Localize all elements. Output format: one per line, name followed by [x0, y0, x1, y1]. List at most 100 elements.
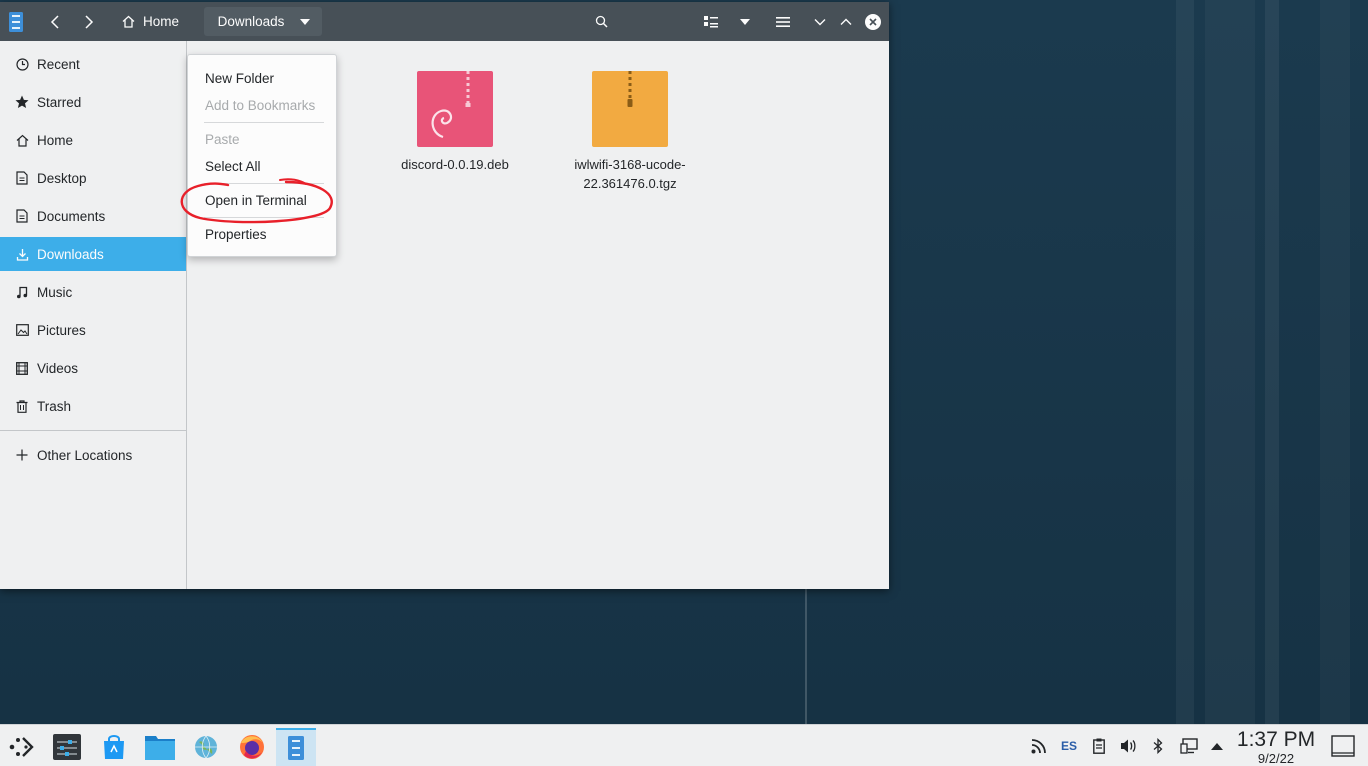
menu-item-properties[interactable]: Properties — [205, 225, 267, 245]
deb-package-icon — [417, 71, 493, 147]
sidebar-item-other-locations[interactable]: Other Locations — [0, 438, 186, 472]
hamburger-icon — [776, 16, 790, 27]
clock-time[interactable]: 1:37 PM — [1230, 729, 1322, 751]
sidebar-item-label: Desktop — [37, 170, 87, 186]
file-manager-running-icon[interactable] — [276, 728, 316, 766]
discover-store-icon[interactable] — [94, 728, 134, 766]
menu-separator — [204, 122, 324, 123]
breadcrumb-home[interactable]: Home — [114, 2, 194, 41]
clipboard-icon[interactable] — [1088, 725, 1110, 766]
sidebar-item-music[interactable]: Music — [0, 275, 186, 309]
view-mode-button[interactable] — [698, 2, 724, 41]
clock-icon — [14, 56, 30, 72]
show-desktop-icon[interactable] — [1328, 725, 1358, 766]
firefox-browser-icon[interactable] — [232, 728, 272, 766]
menu-item-paste: Paste — [205, 132, 240, 147]
wallpaper-stripe — [1265, 0, 1279, 724]
sidebar-item-label: Home — [37, 132, 74, 148]
context-menu: New Folder Add to Bookmarks Paste Select… — [187, 54, 337, 257]
volume-icon[interactable] — [1117, 725, 1139, 766]
breadcrumb-home-label: Home — [143, 14, 180, 29]
title-bar: Home Downloads — [0, 2, 889, 41]
network-connection-icon[interactable] — [1177, 725, 1201, 766]
menu-item-add-to-bookmarks: Add to Bookmarks — [205, 98, 316, 113]
star-icon — [14, 94, 30, 110]
file-manager-icon[interactable] — [140, 728, 180, 766]
maximize-button[interactable] — [834, 2, 858, 41]
wallpaper-line — [805, 588, 807, 724]
file-name: iwlwifi-3168-ucode- 22.361476.0.tgz — [555, 155, 705, 193]
close-icon — [865, 13, 881, 30]
sidebar-divider — [0, 430, 187, 431]
plus-icon — [14, 447, 30, 463]
sidebar-item-downloads[interactable]: Downloads — [0, 237, 186, 271]
home-icon — [14, 132, 30, 148]
chevron-down-icon — [814, 18, 826, 25]
tray-expand-icon[interactable] — [1207, 725, 1227, 766]
wallpaper-stripe — [1205, 0, 1255, 724]
sidebar-item-label: Trash — [37, 398, 72, 414]
sidebar-item-documents[interactable]: Documents — [0, 199, 186, 233]
minimize-button[interactable] — [808, 2, 832, 41]
sidebar-item-home[interactable]: Home — [0, 123, 186, 157]
document-icon — [14, 208, 30, 224]
file-name-line: 22.361476.0.tgz — [583, 176, 677, 191]
system-settings-icon[interactable] — [47, 728, 87, 766]
search-button[interactable] — [586, 2, 616, 41]
wallpaper-stripe — [1320, 0, 1350, 724]
menu-item-open-in-terminal[interactable]: Open in Terminal — [205, 191, 307, 211]
sidebar-item-label: Music — [37, 284, 73, 300]
sidebar-item-label: Starred — [37, 94, 82, 110]
file-manager-window: Home Downloads Recent Starred Home Deskt… — [0, 2, 889, 589]
sidebar-item-label: Other Locations — [37, 447, 133, 463]
back-button[interactable] — [40, 2, 70, 41]
desktop-icon — [14, 170, 30, 186]
close-button[interactable] — [862, 2, 884, 41]
menu-item-new-folder[interactable]: New Folder — [205, 69, 274, 89]
file-item[interactable]: iwlwifi-3168-ucode- 22.361476.0.tgz — [555, 71, 705, 193]
list-view-icon — [704, 15, 718, 27]
home-icon — [122, 15, 135, 28]
search-icon — [595, 15, 608, 28]
menu-separator — [204, 217, 324, 218]
breadcrumb-current-label-wrap: Downloads — [204, 2, 298, 41]
wallpaper-stripe — [1176, 0, 1194, 724]
file-name-line: iwlwifi-3168-ucode- — [574, 157, 686, 172]
sidebar-item-label: Recent — [37, 56, 80, 72]
menu-item-select-all[interactable]: Select All — [205, 157, 261, 177]
rss-feed-icon[interactable] — [1027, 725, 1051, 766]
network-globe-icon[interactable] — [186, 728, 226, 766]
file-item[interactable]: discord-0.0.19.deb — [380, 71, 530, 174]
view-options-dropdown-icon[interactable] — [734, 2, 756, 41]
hamburger-menu-button[interactable] — [770, 2, 796, 41]
menu-separator — [204, 183, 324, 184]
video-icon — [14, 360, 30, 376]
path-dropdown-icon[interactable] — [296, 2, 314, 41]
sidebar-item-starred[interactable]: Starred — [0, 85, 186, 119]
sidebar-item-label: Downloads — [37, 246, 104, 262]
sidebar-item-recent[interactable]: Recent — [0, 47, 186, 81]
bluetooth-icon[interactable] — [1148, 725, 1168, 766]
sidebar-item-desktop[interactable]: Desktop — [0, 161, 186, 195]
keyboard-layout-indicator[interactable]: ES — [1056, 725, 1082, 766]
clock-date[interactable]: 9/2/22 — [1230, 752, 1322, 766]
chevron-up-icon — [840, 18, 852, 25]
sidebar-item-label: Documents — [37, 208, 106, 224]
app-menu-icon[interactable] — [4, 2, 28, 41]
picture-icon — [14, 322, 30, 338]
music-icon — [14, 284, 30, 300]
taskbar: ES 1:37 PM 9/2/22 — [0, 724, 1368, 766]
archive-icon — [592, 71, 668, 147]
file-name: discord-0.0.19.deb — [401, 157, 509, 172]
places-sidebar: Recent Starred Home Desktop Documents Do… — [0, 41, 187, 589]
sidebar-item-videos[interactable]: Videos — [0, 351, 186, 385]
sidebar-item-label: Pictures — [37, 322, 86, 338]
forward-button[interactable] — [74, 2, 104, 41]
trash-icon — [14, 398, 30, 414]
download-icon — [14, 246, 30, 262]
sidebar-item-pictures[interactable]: Pictures — [0, 313, 186, 347]
breadcrumb-current-label: Downloads — [217, 14, 285, 29]
sidebar-item-label: Videos — [37, 360, 79, 376]
sidebar-item-trash[interactable]: Trash — [0, 389, 186, 423]
application-launcher-icon[interactable] — [2, 728, 42, 766]
